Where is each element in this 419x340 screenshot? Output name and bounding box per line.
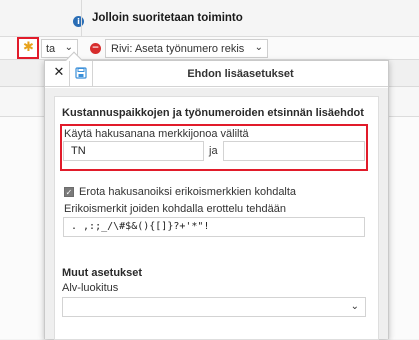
popup-body: Kustannuspaikkojen ja työnumeroiden etsi… bbox=[45, 88, 388, 340]
header-separator bbox=[69, 61, 70, 87]
info-icon[interactable]: i bbox=[73, 16, 84, 27]
vat-label: Alv-luokitus bbox=[62, 282, 119, 294]
background-area bbox=[0, 117, 44, 339]
rule-select[interactable]: Rivi: Aseta työnumero rekis ⌄ bbox=[105, 39, 268, 58]
save-icon bbox=[75, 67, 87, 79]
between-label: ja bbox=[209, 145, 218, 157]
background-row bbox=[0, 60, 44, 87]
split-checkbox[interactable]: ✓ bbox=[64, 187, 74, 197]
close-button[interactable]: ✕ bbox=[51, 65, 67, 81]
range-to-input[interactable] bbox=[223, 141, 365, 161]
popup-title: Ehdon lisäasetukset bbox=[187, 68, 294, 80]
settings-button[interactable]: ✱ bbox=[17, 37, 39, 59]
save-button[interactable] bbox=[75, 67, 87, 79]
background-row bbox=[0, 87, 44, 117]
special-chars-input[interactable]: . ,:;_/\#$&(){[]}?+'*"! bbox=[63, 217, 365, 237]
header-divider bbox=[81, 0, 82, 37]
remove-icon[interactable]: − bbox=[90, 43, 101, 54]
special-chars-label: Erikoismerkit joiden kohdalla erottelu t… bbox=[64, 203, 286, 215]
split-checkbox-label: Erota hakusanoiksi erikoismerkkien kohda… bbox=[79, 186, 297, 198]
rule-select-value: Rivi: Aseta työnumero rekis bbox=[111, 43, 245, 55]
background-row bbox=[389, 60, 419, 87]
background-area bbox=[389, 117, 419, 339]
condition-settings-popup: ✕ Ehdon lisäasetukset Kustannuspaikkojen… bbox=[44, 51, 389, 340]
chevron-down-icon: ⌄ bbox=[251, 42, 263, 53]
chevron-down-icon: ⌄ bbox=[350, 301, 359, 312]
popup-header: ✕ Ehdon lisäasetukset bbox=[45, 61, 388, 87]
vat-select[interactable]: ⌄ bbox=[62, 297, 366, 317]
range-from-input[interactable]: TN bbox=[63, 141, 204, 161]
close-icon: ✕ bbox=[53, 65, 65, 80]
section-title: Muut asetukset bbox=[62, 267, 143, 279]
section-title: Kustannuspaikkojen ja työnumeroiden etsi… bbox=[62, 107, 364, 119]
chevron-down-icon: ⌄ bbox=[64, 42, 73, 53]
type-select-value: ta bbox=[46, 43, 56, 55]
settings-card: Kustannuspaikkojen ja työnumeroiden etsi… bbox=[54, 96, 379, 340]
range-label: Käytä hakusanana merkkijonoa väliltä bbox=[64, 128, 249, 140]
gear-icon: ✱ bbox=[23, 40, 34, 55]
background-row bbox=[389, 87, 419, 117]
page-title: Jolloin suoritetaan toiminto bbox=[92, 12, 243, 24]
